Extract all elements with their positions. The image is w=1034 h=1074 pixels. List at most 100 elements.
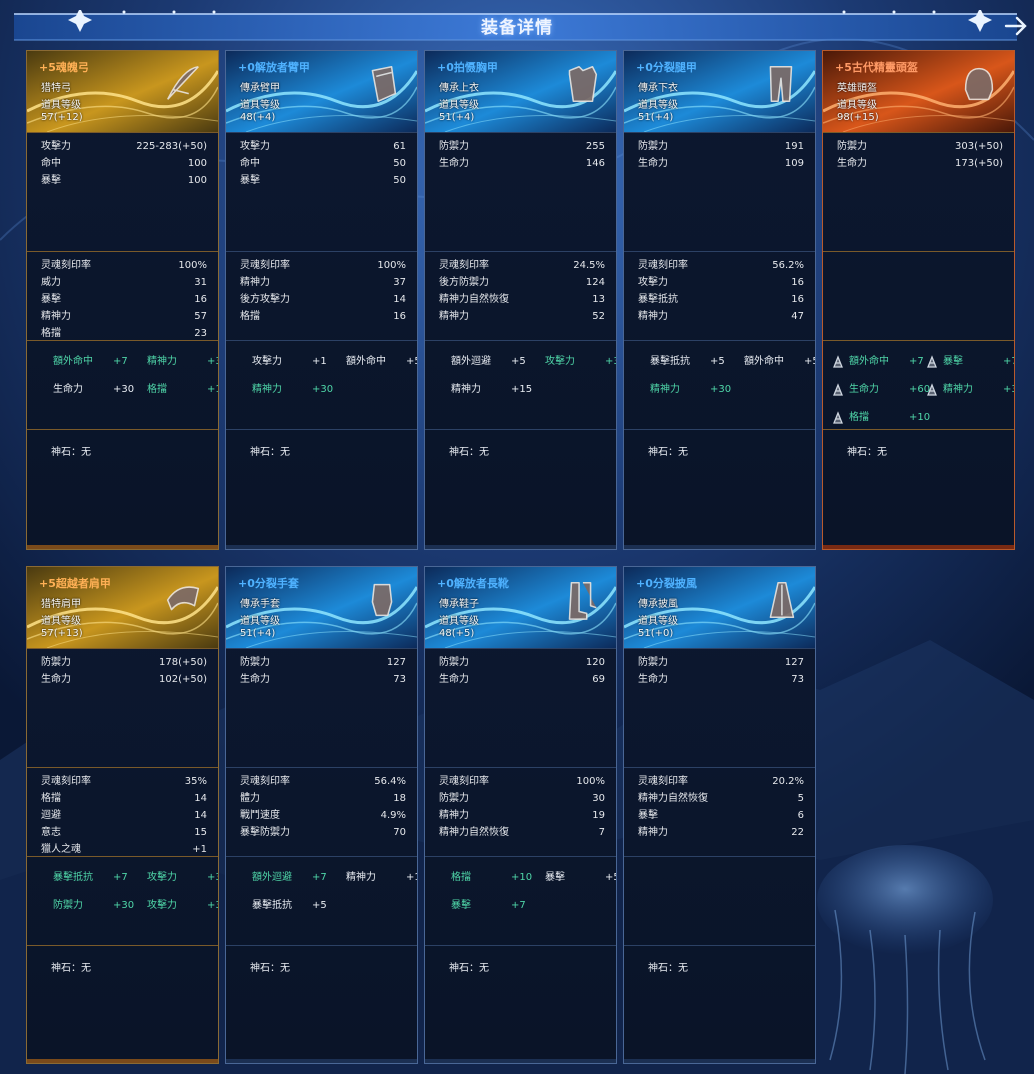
item-level-label: 道具等级	[638, 616, 678, 627]
stat-name: 暴擊	[41, 294, 61, 305]
stat-value: 225-283(+50)	[136, 141, 207, 152]
panel-title: 装备详情	[481, 18, 553, 38]
card-bottom-border	[226, 1059, 417, 1063]
base-stat-row: 防禦力 127	[638, 655, 804, 671]
equipment-card[interactable]: +0解放者長靴 傳承鞋子 道具等级 48(+5) 防禦力 120 生命力 69 灵魂刻印率 100…	[424, 566, 617, 1064]
equipment-card[interactable]: +5魂魄弓 猎特弓 道具等级 57(+12) 攻擊力 225-283(+50) 命中 100 暴…	[26, 50, 219, 550]
engrave-stats	[823, 251, 1014, 340]
bonus-name: 攻擊力	[252, 356, 282, 367]
gem-label: 神石：	[250, 963, 280, 974]
gem-label: 神石：	[449, 963, 479, 974]
bonus-stat: 精神力 +30	[147, 354, 218, 370]
card-bottom-border	[624, 545, 815, 549]
close-button[interactable]	[1002, 12, 1030, 40]
equipment-card[interactable]: +0分裂腿甲 傳承下衣 道具等级 51(+4) 防禦力 191 生命力 109 灵魂刻印率 56.…	[623, 50, 816, 550]
bonus-name: 暴擊	[545, 872, 565, 883]
stat-name: 格擋	[41, 328, 61, 339]
equipment-card[interactable]: +0拍慑胸甲 傳承上衣 道具等级 51(+4) 防禦力 255 生命力 146 灵魂刻印率 24.…	[424, 50, 617, 550]
bonus-stat: 格擋 +10	[147, 382, 218, 398]
bonus-name: 精神力	[650, 384, 680, 395]
card-header: +0分裂腿甲 傳承下衣 道具等级 51(+4)	[624, 51, 815, 132]
stat-value: 24.5%	[573, 260, 605, 271]
gem-label: 神石：	[51, 447, 81, 458]
engrave-stat-row: 格擋 23	[41, 326, 207, 342]
stat-name: 灵魂刻印率	[240, 776, 290, 787]
stat-value: 124	[585, 277, 605, 288]
engrave-stat-row: 暴擊 16	[41, 292, 207, 308]
stat-name: 生命力	[638, 674, 668, 685]
bonus-stat: 額外命中 +7	[833, 354, 934, 370]
stat-name: 精神力	[638, 827, 668, 838]
stat-name: 生命力	[41, 674, 71, 685]
stat-value: 13	[592, 294, 605, 305]
card-header: +5超越者肩甲 猎特肩甲 道具等级 57(+13)	[27, 567, 218, 648]
equipment-card[interactable]: +5古代精靈頭盔 英雄頭盔 道具等级 98(+15) 防禦力 303(+50) 生命力 173…	[822, 50, 1015, 550]
stat-name: 生命力	[837, 158, 867, 169]
equipment-card[interactable]: +0解放者臂甲 傳承臂甲 道具等级 48(+4) 攻擊力 61 命中 50 暴擊 50 灵魂刻印率 1…	[225, 50, 418, 550]
engrave-stat-row: 精神力 57	[41, 309, 207, 325]
item-level: 51(+4)	[439, 112, 475, 123]
gem-line: 神石：无	[449, 959, 489, 974]
bonus-value: +5	[406, 356, 417, 367]
item-name: +0拍慑胸甲	[437, 61, 498, 74]
item-name: +0分裂手套	[238, 577, 299, 590]
item-level-label: 道具等级	[837, 100, 877, 111]
card-bottom-border	[27, 1059, 218, 1063]
stat-value: 146	[585, 158, 605, 169]
card-bottom-border	[27, 545, 218, 549]
leg-armor-icon	[769, 65, 793, 103]
base-stat-row: 防禦力 127	[240, 655, 406, 671]
bonus-name: 攻擊力	[147, 872, 177, 883]
bonus-name: 額外命中	[346, 356, 386, 367]
bonus-value: +10	[207, 384, 218, 395]
bonus-name: 額外命中	[849, 356, 889, 367]
item-name: +5魂魄弓	[39, 61, 89, 74]
equipment-card[interactable]: +5超越者肩甲 猎特肩甲 道具等级 57(+13) 防禦力 178(+50) 生命力 102(…	[26, 566, 219, 1064]
bow-icon	[166, 65, 199, 100]
rune-icon	[927, 383, 937, 396]
stat-value: 109	[784, 158, 804, 169]
gem-value: 无	[81, 447, 91, 458]
stat-value: 52	[592, 311, 605, 322]
stat-value: 47	[791, 311, 804, 322]
stat-name: 防禦力	[837, 141, 867, 152]
stat-name: 暴擊防禦力	[240, 827, 290, 838]
engrave-stat-row: 後方防禦力 124	[439, 275, 605, 291]
engrave-stat-row: 精神力 47	[638, 309, 804, 325]
equipment-grid: +5魂魄弓 猎特弓 道具等级 57(+12) 攻擊力 225-283(+50) 命中 100 暴…	[0, 0, 1034, 1074]
item-level-label: 道具等级	[41, 100, 81, 111]
stat-value: 16	[393, 311, 406, 322]
item-name: +0解放者臂甲	[238, 61, 310, 74]
stat-name: 後方防禦力	[439, 277, 489, 288]
base-stat-row: 暴擊 50	[240, 173, 406, 189]
helmet-icon	[964, 67, 994, 101]
bonus-stat: 暴擊抵抗 +5	[252, 898, 337, 914]
card-bottom-border	[226, 545, 417, 549]
stat-value: 70	[393, 827, 406, 838]
engrave-stat-row: 獵人之魂 +1	[41, 842, 207, 858]
base-stat-row: 攻擊力 225-283(+50)	[41, 139, 207, 155]
stat-name: 精神力	[439, 311, 469, 322]
stat-value: 100%	[377, 260, 406, 271]
stat-value: 14	[194, 810, 207, 821]
base-stat-row: 防禦力 303(+50)	[837, 139, 1003, 155]
equipment-card[interactable]: +0分裂手套 傳承手套 道具等级 51(+4) 防禦力 127 生命力 73 灵魂刻印率 56.4…	[225, 566, 418, 1064]
gem-line: 神石：无	[847, 443, 887, 458]
bonus-value: +7	[113, 872, 128, 883]
bonus-stat: 精神力 +15	[346, 870, 417, 886]
bonus-value: +3	[605, 356, 616, 367]
bonus-stat: 額外命中 +7	[53, 354, 138, 370]
stat-value: 7	[598, 827, 605, 838]
bonus-value: +3	[207, 872, 218, 883]
bonus-name: 格擋	[147, 384, 167, 395]
item-level: 51(+4)	[638, 112, 674, 123]
stat-value: 303(+50)	[955, 141, 1003, 152]
rune-icon	[927, 355, 937, 368]
engrave-stat-row: 灵魂刻印率 100%	[240, 258, 406, 274]
card-bottom-border	[823, 545, 1014, 549]
bonus-stat: 額外命中 +5	[744, 354, 815, 370]
bonus-value: +7	[312, 872, 327, 883]
stat-value: 127	[784, 657, 804, 668]
equipment-card[interactable]: +0分裂披風 傳承披風 道具等级 51(+0) 防禦力 127 生命力 73 灵魂刻印率 20.2…	[623, 566, 816, 1064]
stat-name: 灵魂刻印率	[638, 776, 688, 787]
